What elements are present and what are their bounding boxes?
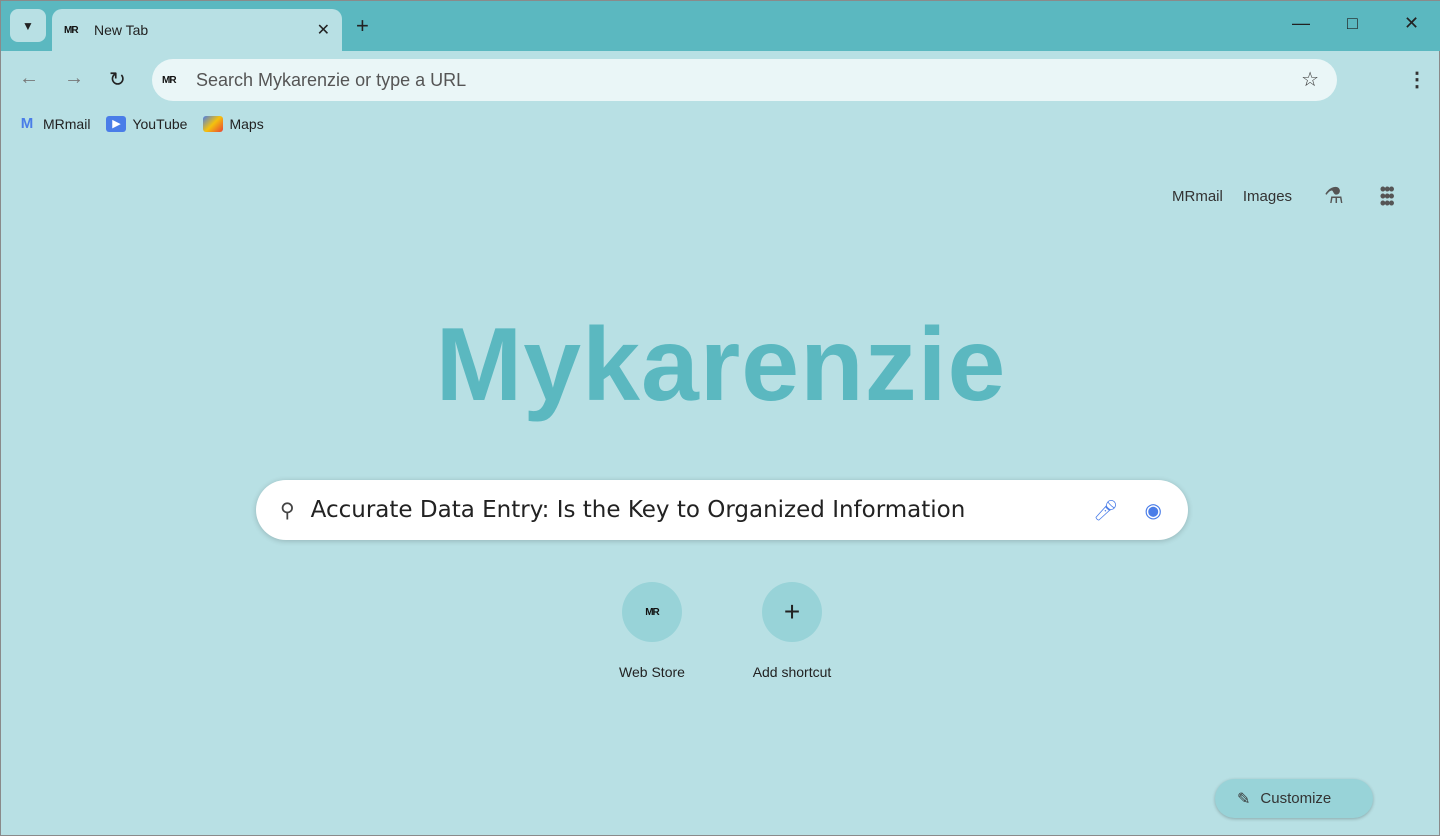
- close-window-icon[interactable]: ✕: [1404, 13, 1419, 34]
- web-store-icon: MR: [645, 606, 660, 618]
- close-icon[interactable]: ✕: [317, 20, 330, 40]
- top-links: MRmail Images ⚗ ••• ••• •••: [1172, 180, 1402, 212]
- labs-flask-icon[interactable]: ⚗: [1324, 183, 1344, 209]
- search-box[interactable]: ⚲ Accurate Data Entry: Is the Key to Org…: [256, 480, 1188, 540]
- search-icon: ⚲: [280, 499, 295, 522]
- chevron-down-icon: ▼: [22, 18, 34, 33]
- lens-camera-icon[interactable]: ◉: [1145, 498, 1162, 523]
- customize-button[interactable]: ✎ Customize: [1215, 779, 1373, 818]
- pencil-icon: ✎: [1237, 790, 1251, 808]
- images-link[interactable]: Images: [1243, 188, 1292, 205]
- more-menu-icon[interactable]: ⋮: [1407, 67, 1427, 92]
- bookmark-youtube[interactable]: ▶ YouTube: [106, 116, 187, 132]
- logo: Mykarenzie: [435, 307, 1007, 423]
- microphone-icon[interactable]: 🎤︎: [1093, 498, 1118, 523]
- shortcut-label: Add shortcut: [752, 664, 832, 680]
- shortcut-web-store[interactable]: MR Web Store: [592, 582, 712, 680]
- forward-icon[interactable]: →: [64, 67, 84, 90]
- plus-icon: +: [783, 596, 801, 627]
- bookmark-mrmail[interactable]: M MRmail: [17, 115, 91, 133]
- customize-label: Customize: [1260, 790, 1332, 807]
- bookmark-label: YouTube: [132, 116, 188, 132]
- new-tab-button[interactable]: +: [356, 13, 369, 39]
- bookmarks-bar: M MRmail ▶ YouTube Maps: [17, 116, 270, 132]
- site-favicon-icon: MR: [162, 74, 177, 86]
- tab-title: New Tab: [94, 22, 149, 38]
- bookmark-star-icon[interactable]: ☆: [1301, 67, 1319, 92]
- back-icon[interactable]: ←: [19, 67, 39, 90]
- mail-icon: M: [20, 115, 34, 132]
- bookmark-maps[interactable]: Maps: [203, 116, 264, 132]
- maps-icon: [203, 116, 224, 132]
- minimize-icon[interactable]: —: [1292, 13, 1310, 34]
- maximize-icon[interactable]: □: [1347, 13, 1358, 34]
- youtube-icon: ▶: [106, 116, 127, 132]
- bookmark-label: MRmail: [43, 116, 91, 132]
- mail-link[interactable]: MRmail: [1172, 188, 1223, 205]
- address-bar[interactable]: MR Search Mykarenzie or type a URL ☆: [152, 59, 1337, 101]
- bookmark-label: Maps: [229, 116, 264, 132]
- tab-search-button[interactable]: ▼: [10, 9, 46, 42]
- apps-grid-icon[interactable]: ••• ••• •••: [1380, 180, 1402, 212]
- shortcut-label: Web Store: [619, 664, 685, 680]
- address-placeholder: Search Mykarenzie or type a URL: [196, 69, 467, 90]
- add-shortcut-button[interactable]: + Add shortcut: [732, 582, 852, 680]
- search-input[interactable]: Accurate Data Entry: Is the Key to Organ…: [311, 497, 1094, 523]
- site-favicon-icon: MR: [64, 24, 79, 36]
- tab-new-tab[interactable]: MR New Tab ✕: [52, 9, 342, 51]
- reload-icon[interactable]: ↻: [109, 67, 126, 92]
